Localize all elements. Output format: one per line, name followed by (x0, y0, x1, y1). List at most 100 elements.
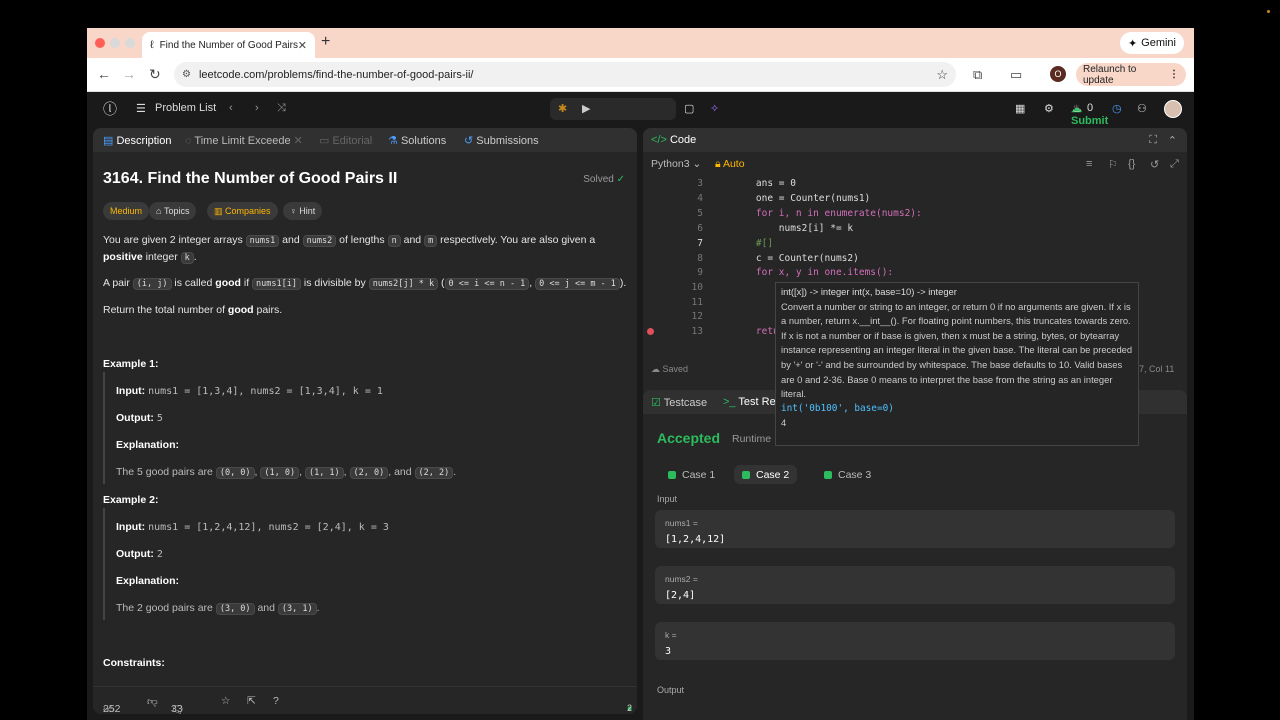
company-icon: ▥ (214, 205, 223, 216)
tab-title: Find the Number of Good Pairs II (159, 39, 298, 51)
reset-icon[interactable]: ↺ (1150, 158, 1159, 171)
relaunch-button[interactable]: Relaunch to update ⋮ (1076, 63, 1186, 86)
bookmark-icon[interactable]: ⚐ (1108, 158, 1118, 171)
companies-chip[interactable]: ▥ Companies (207, 202, 278, 220)
leetcode-logo-icon[interactable]: ⓛ (103, 99, 117, 119)
breakpoint-icon[interactable] (647, 328, 654, 335)
auto-mode[interactable]: 🔒︎ Auto (715, 158, 745, 171)
profile-avatar[interactable]: O (1050, 66, 1066, 82)
code-line[interactable]: for x, y in one.items(): (733, 267, 893, 278)
layout-icon[interactable]: ▦ (1015, 102, 1025, 115)
list-icon: ☰ (136, 103, 146, 115)
user-avatar[interactable] (1164, 100, 1182, 118)
site-info-icon[interactable]: ⚙ (182, 69, 191, 80)
check-icon (824, 470, 832, 479)
ex1-expl-label: Explanation: (116, 439, 180, 451)
share-icon[interactable]: ⇱ (247, 695, 256, 707)
tab-testcase[interactable]: ☑ Testcase (651, 396, 707, 409)
tab-solutions[interactable]: ⚗ Solutions (388, 134, 446, 147)
minimize-window-button[interactable] (110, 38, 120, 48)
maximize-icon[interactable]: ⛶ (1149, 134, 1157, 147)
menu-dots-icon[interactable]: ⋮ (1169, 69, 1179, 80)
code-line[interactable]: one = Counter(nums1) (733, 193, 870, 204)
gemini-button[interactable]: ✦ Gemini (1119, 32, 1184, 54)
accepted-status: Accepted (657, 430, 721, 446)
tab-tle[interactable]: ◌ Time Limit Exceede ✕ (185, 134, 303, 147)
code-line[interactable]: nums2[i] *= k (733, 223, 853, 234)
case-1-button[interactable]: Case 1 (660, 465, 723, 484)
add-friend-icon[interactable]: ⚇ (1137, 102, 1147, 115)
prev-problem-icon[interactable]: ‹ (229, 102, 233, 114)
statement-p2: A pair (i, j) is called good if nums1[i]… (103, 277, 627, 290)
close-tab-icon[interactable]: ✕ (298, 39, 307, 52)
shuffle-icon[interactable]: ⤨ (277, 102, 286, 115)
tab-editorial[interactable]: ▭ Editorial (319, 134, 372, 147)
example-2-block (103, 508, 116, 620)
streak-count: 0 (1087, 102, 1094, 114)
extensions-icon[interactable]: ⧉ (973, 67, 982, 83)
debug-icon[interactable]: ✱ (558, 102, 567, 115)
note-icon[interactable]: ▢ (684, 102, 694, 115)
expand-icon[interactable]: ⤢ (1170, 158, 1179, 171)
help-icon[interactable]: ? (273, 695, 279, 707)
collapse-icon[interactable]: ⌃ (1168, 134, 1177, 147)
next-problem-icon[interactable]: › (255, 102, 259, 114)
check-icon: ✓ (616, 174, 625, 185)
tab-submissions[interactable]: ↺ Submissions (464, 134, 539, 147)
language-select[interactable]: Python3 ⌄ (651, 158, 701, 170)
line-number: 11 (691, 297, 703, 308)
dislike-icon[interactable]: 👎︎ (147, 695, 158, 708)
ex2-output: Output: 2 (116, 548, 163, 560)
check-icon (742, 470, 750, 479)
case-2-button[interactable]: Case 2 (734, 465, 798, 484)
tab-test-result[interactable]: >_ Test Re (723, 396, 776, 408)
line-number: 8 (697, 253, 703, 264)
gemini-sparkle-icon: ✦ (1127, 37, 1138, 50)
favorite-star-icon[interactable]: ☆ (221, 695, 230, 707)
code-line[interactable]: c = Counter(nums2) (733, 253, 859, 264)
runtime-label: Runtime (732, 433, 772, 445)
forward-icon[interactable]: → (122, 66, 136, 82)
solved-badge: Solved ✓ (583, 174, 625, 185)
back-icon[interactable]: ← (97, 66, 111, 82)
code-line[interactable]: for i, n in enumerate(nums2): (733, 208, 922, 219)
tab-strip: ℓ Find the Number of Good Pairs II ✕ + ✦… (87, 28, 1194, 58)
close-window-button[interactable] (95, 38, 105, 48)
cast-icon[interactable]: ▭ (1010, 67, 1022, 83)
ex1-explanation: The 5 good pairs are (0, 0), (1, 0), (1,… (116, 466, 457, 479)
timer-icon[interactable]: ◷ (1112, 102, 1122, 115)
topics-chip[interactable]: ⌂ Topics (149, 202, 197, 220)
difficulty-chip[interactable]: Medium (103, 202, 150, 220)
code-line[interactable]: ans = 0 (733, 178, 796, 189)
address-bar[interactable]: ⚙ leetcode.com/problems/find-the-number-… (174, 62, 956, 87)
hint-chip[interactable]: ♀ Hint (283, 202, 323, 220)
new-tab-button[interactable]: + (321, 33, 330, 51)
case-3-button[interactable]: Case 3 (816, 465, 879, 484)
braces-icon[interactable]: {} (1128, 158, 1135, 170)
reload-icon[interactable]: ↻ (149, 66, 161, 83)
problem-list-link[interactable]: Problem List (155, 102, 216, 114)
output-heading: Output (657, 685, 685, 695)
tooltip-signature: int([x]) -> integer int(x, base=10) -> i… (781, 286, 957, 297)
streak-icon[interactable]: ♨ (1072, 102, 1082, 115)
input-heading: Input (657, 494, 678, 504)
input-nums2: nums2 = [2,4] (655, 566, 1175, 604)
example-1-block (103, 372, 116, 484)
tab-description[interactable]: ▤ Description (103, 134, 172, 147)
ex1-output: Output: 5 (116, 412, 163, 424)
browser-tab[interactable]: ℓ Find the Number of Good Pairs II ✕ (142, 32, 315, 58)
ai-assist-icon[interactable]: ✧ (710, 102, 719, 115)
settings-icon[interactable]: ⚙ (1044, 102, 1054, 115)
line-number: 5 (697, 208, 703, 219)
line-number: 10 (691, 282, 703, 293)
format-icon[interactable]: ≡ (1086, 158, 1092, 170)
code-line[interactable]: #[] (733, 238, 773, 249)
line-number: 9 (697, 267, 703, 278)
ex1-input: Input: nums1 = [1,3,4], nums2 = [1,3,4],… (116, 385, 383, 397)
statement-p1: You are given 2 integer arrays nums1 and… (103, 234, 596, 264)
tooltip-example: int('0b100', base=0) (781, 402, 894, 414)
run-button[interactable]: ▶ (582, 102, 590, 115)
maximize-window-button[interactable] (125, 38, 135, 48)
leetcode-favicon-icon: ℓ (150, 39, 154, 51)
bookmark-star-icon[interactable]: ☆ (936, 67, 948, 83)
